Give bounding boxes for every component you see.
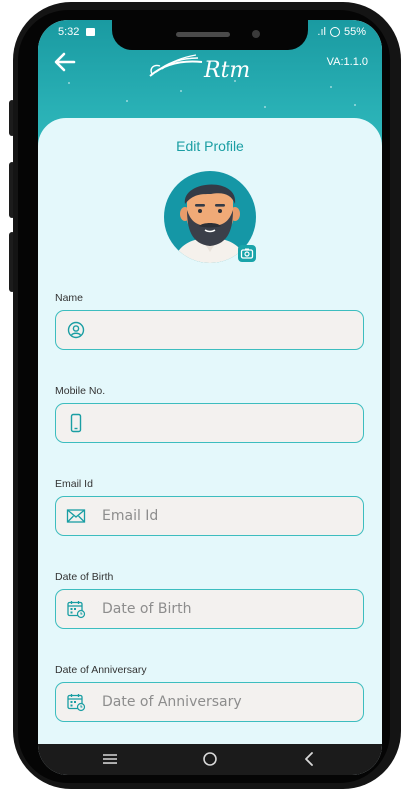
battery-icon <box>329 27 340 37</box>
phone-screen: 5:32 .ıl 55% Rtm VA:1.1.0 Edit Profile N… <box>38 20 382 775</box>
system-back-button[interactable] <box>300 750 320 768</box>
menu-lines-icon <box>103 754 117 764</box>
anniversary-input[interactable] <box>102 683 352 720</box>
dob-field-container[interactable] <box>55 589 364 629</box>
change-photo-button[interactable] <box>238 245 256 262</box>
recents-button[interactable] <box>100 750 120 768</box>
camera-notch <box>112 20 308 50</box>
speaker-grill <box>176 32 230 37</box>
app-version: VA:1.1.0 <box>326 56 368 68</box>
decor-dot <box>126 100 128 102</box>
name-input[interactable] <box>102 311 352 348</box>
front-camera <box>252 30 260 38</box>
camera-icon <box>240 248 254 259</box>
battery-level: 55% <box>343 26 366 38</box>
status-indicators: .ıl 55% <box>317 26 366 38</box>
mobile-field-container[interactable] <box>55 403 364 443</box>
calendar-icon <box>66 692 86 712</box>
page-title: Edit Profile <box>176 138 244 154</box>
decor-dot <box>354 104 356 106</box>
name-field-container[interactable] <box>55 310 364 350</box>
dob-input[interactable] <box>102 590 352 627</box>
mobile-label: Mobile No. <box>55 385 106 397</box>
decor-dot <box>68 82 70 84</box>
decor-dot <box>330 86 332 88</box>
home-circle-icon <box>203 752 217 766</box>
email-field-container[interactable] <box>55 496 364 536</box>
signal-icon: .ıl <box>317 26 326 38</box>
decor-dot <box>180 90 182 92</box>
mail-icon <box>66 506 86 526</box>
email-input[interactable] <box>102 497 352 534</box>
logo-text: Rtm <box>203 58 250 83</box>
anniversary-field-container[interactable] <box>55 682 364 722</box>
profile-card: Edit Profile Name Mobile No. Email Id Em… <box>38 118 382 748</box>
calendar-icon <box>66 599 86 619</box>
home-button[interactable] <box>200 750 220 768</box>
back-button[interactable] <box>52 50 78 74</box>
user-icon <box>66 320 86 340</box>
dob-label: Date of Birth <box>55 571 114 583</box>
decor-dot <box>264 106 266 108</box>
notification-icon <box>86 28 95 36</box>
phone-icon <box>66 413 86 433</box>
status-time: 5:32 <box>58 26 80 38</box>
app-logo: Rtm <box>146 50 258 84</box>
email-label: Email Id <box>55 478 93 490</box>
name-label: Name <box>55 292 84 304</box>
chevron-left-icon <box>305 752 313 766</box>
arrow-left-icon <box>54 52 76 72</box>
mobile-input[interactable] <box>102 404 352 441</box>
system-nav-bar <box>38 744 382 775</box>
anniversary-label: Date of Anniversary <box>55 664 147 676</box>
